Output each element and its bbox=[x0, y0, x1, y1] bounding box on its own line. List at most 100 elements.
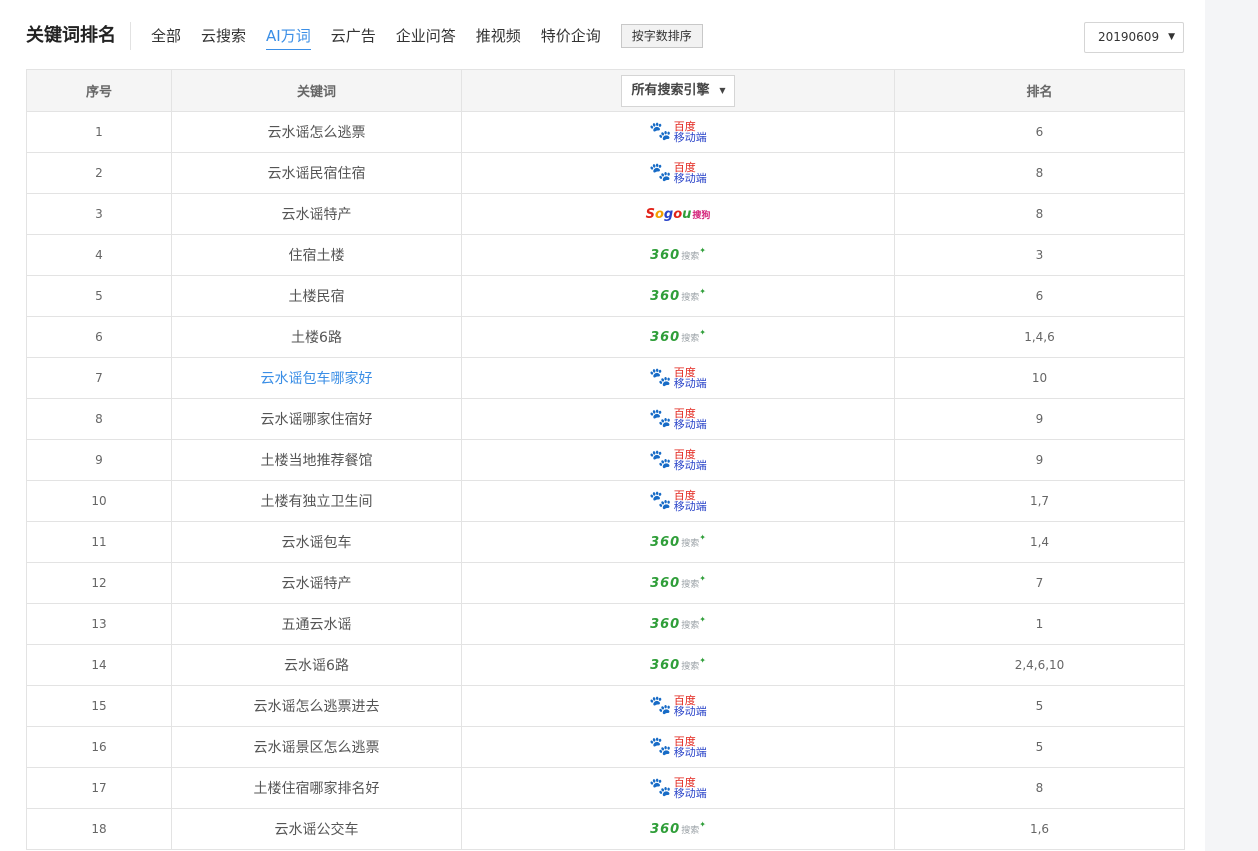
engine-cell: 🐾 百度 移动端 bbox=[461, 767, 895, 809]
tab-cloud-ads[interactable]: 云广告 bbox=[331, 22, 376, 50]
engine-cell: 🐾 百度 移动端 bbox=[461, 685, 895, 727]
baidu-mobile-logo: 🐾 百度 移动端 bbox=[649, 408, 706, 430]
keyword-cell[interactable]: 云水谣包车哪家好 bbox=[171, 357, 462, 399]
rank-cell: 8 bbox=[894, 152, 1185, 194]
so360-logo: 360 搜索 ✦ bbox=[650, 656, 706, 673]
rank-cell: 8 bbox=[894, 193, 1185, 235]
engine-cell: 🐾 百度 移动端 bbox=[461, 398, 895, 440]
row-number: 18 bbox=[26, 808, 172, 850]
date-select-value: 20190609 bbox=[1098, 30, 1160, 44]
tab-cloud-search[interactable]: 云搜索 bbox=[201, 22, 246, 50]
baidu-mobile-label: 移动端 bbox=[673, 172, 707, 185]
baidu-mobile-logo: 🐾 百度 移动端 bbox=[649, 777, 706, 799]
engine-cell: 🐾 百度 移动端 bbox=[461, 152, 895, 194]
baidu-mobile-logo: 🐾 百度 移动端 bbox=[649, 736, 706, 758]
rank-cell: 7 bbox=[894, 562, 1185, 604]
row-number: 15 bbox=[26, 685, 172, 727]
baidu-mobile-label: 移动端 bbox=[673, 131, 707, 144]
row-number: 12 bbox=[26, 562, 172, 604]
baidu-paw-icon: 🐾 bbox=[649, 367, 672, 388]
star-icon: ✦ bbox=[699, 819, 706, 829]
sort-by-length-button[interactable]: 按字数排序 bbox=[620, 24, 703, 48]
table-row: 14 云水谣6路 360 搜索 ✦ 2,4,6,10 bbox=[26, 644, 1185, 686]
table-row: 8 云水谣哪家住宿好 🐾 百度 移动端 9 bbox=[26, 398, 1185, 440]
column-header-engine: 所有搜索引擎 ▼ bbox=[461, 69, 895, 112]
row-number: 11 bbox=[26, 521, 172, 563]
so360-search-label: 搜索 bbox=[681, 538, 700, 549]
column-header-rank: 排名 bbox=[894, 69, 1185, 112]
main-panel: 关键词 排名 全部 云搜索 AI万词 云广告 企业问答 推视频 特价企询 按字数排… bbox=[0, 0, 1205, 851]
chevron-down-icon: ▼ bbox=[1168, 32, 1175, 42]
keyword-cell: 云水谣公交车 bbox=[171, 808, 462, 850]
keyword-cell: 住宿土楼 bbox=[171, 234, 462, 276]
so360-logo: 360 搜索 ✦ bbox=[650, 327, 706, 345]
so360-search-label: 搜索 bbox=[681, 579, 700, 590]
so360-search-label: 搜索 bbox=[681, 661, 700, 672]
keyword-cell: 云水谣景区怎么逃票 bbox=[171, 726, 462, 768]
column-header-keyword: 关键词 bbox=[171, 69, 462, 112]
baidu-paw-icon: 🐾 bbox=[649, 121, 672, 142]
baidu-mobile-label: 移动端 bbox=[673, 500, 707, 513]
tab-special-inquiry[interactable]: 特价企询 bbox=[541, 22, 601, 50]
so360-logo: 360 搜索 ✦ bbox=[650, 573, 706, 591]
sogou-brand: Sogou bbox=[645, 206, 692, 222]
so360-search-label: 搜索 bbox=[681, 292, 700, 303]
engine-cell: 360 搜索 ✦ bbox=[461, 562, 895, 604]
so360-brand: 360 bbox=[650, 657, 681, 673]
tab-bar: 全部 云搜索 AI万词 云广告 企业问答 推视频 特价企询 bbox=[141, 22, 611, 50]
rank-cell: 9 bbox=[894, 398, 1185, 440]
star-icon: ✦ bbox=[699, 614, 706, 624]
table-row: 18 云水谣公交车 360 搜索 ✦ 1,6 bbox=[26, 808, 1185, 850]
rank-cell: 2,4,6,10 bbox=[894, 644, 1185, 686]
baidu-mobile-logo: 🐾 百度 移动端 bbox=[649, 449, 706, 471]
engine-filter-dropdown[interactable]: 所有搜索引擎 ▼ bbox=[621, 74, 735, 107]
table-row: 7 云水谣包车哪家好 🐾 百度 移动端 10 bbox=[26, 357, 1185, 399]
row-number: 9 bbox=[26, 439, 172, 481]
date-select[interactable]: 20190609 ▼ bbox=[1084, 22, 1184, 53]
engine-cell: Sogou 搜狗 bbox=[461, 193, 895, 235]
baidu-paw-icon: 🐾 bbox=[649, 449, 672, 470]
engine-cell: 🐾 百度 移动端 bbox=[461, 111, 895, 153]
row-number: 13 bbox=[26, 603, 172, 645]
table-row: 9 土楼当地推荐餐馆 🐾 百度 移动端 9 bbox=[26, 439, 1185, 481]
rank-cell: 5 bbox=[894, 726, 1185, 768]
rank-cell: 6 bbox=[894, 111, 1185, 153]
keyword-cell: 云水谣哪家住宿好 bbox=[171, 398, 462, 440]
engine-cell: 🐾 百度 移动端 bbox=[461, 480, 895, 522]
row-number: 7 bbox=[26, 357, 172, 399]
so360-brand: 360 bbox=[650, 616, 681, 632]
baidu-paw-icon: 🐾 bbox=[649, 695, 672, 716]
keyword-cell: 土楼当地推荐餐馆 bbox=[171, 439, 462, 481]
baidu-mobile-label: 移动端 bbox=[673, 787, 707, 800]
baidu-mobile-logo: 🐾 百度 移动端 bbox=[649, 695, 706, 717]
keyword-cell: 土楼民宿 bbox=[171, 275, 462, 317]
tab-ai-words[interactable]: AI万词 bbox=[266, 22, 311, 50]
row-number: 8 bbox=[26, 398, 172, 440]
so360-search-label: 搜索 bbox=[681, 333, 700, 344]
rank-cell: 8 bbox=[894, 767, 1185, 809]
baidu-paw-icon: 🐾 bbox=[649, 162, 672, 183]
tab-enterprise-qa[interactable]: 企业问答 bbox=[396, 22, 456, 50]
row-number: 1 bbox=[26, 111, 172, 153]
rank-cell: 1 bbox=[894, 603, 1185, 645]
engine-cell: 🐾 百度 移动端 bbox=[461, 357, 895, 399]
row-number: 5 bbox=[26, 275, 172, 317]
baidu-mobile-logo: 🐾 百度 移动端 bbox=[649, 367, 706, 389]
so360-logo: 360 搜索 ✦ bbox=[650, 245, 706, 263]
tab-all[interactable]: 全部 bbox=[151, 22, 181, 50]
star-icon: ✦ bbox=[699, 327, 706, 337]
baidu-paw-icon: 🐾 bbox=[649, 736, 672, 757]
baidu-mobile-label: 移动端 bbox=[673, 705, 707, 718]
rank-cell: 6 bbox=[894, 275, 1185, 317]
star-icon: ✦ bbox=[699, 245, 706, 255]
engine-cell: 360 搜索 ✦ bbox=[461, 521, 895, 563]
keyword-cell: 云水谣6路 bbox=[171, 644, 462, 686]
keyword-cell: 云水谣怎么逃票 bbox=[171, 111, 462, 153]
table-row: 4 住宿土楼 360 搜索 ✦ 3 bbox=[26, 234, 1185, 276]
keyword-cell: 云水谣特产 bbox=[171, 193, 462, 235]
table-row: 11 云水谣包车 360 搜索 ✦ 1,4 bbox=[26, 521, 1185, 563]
table-row: 6 土楼6路 360 搜索 ✦ 1,4,6 bbox=[26, 316, 1185, 358]
star-icon: ✦ bbox=[699, 573, 706, 583]
tab-push-video[interactable]: 推视频 bbox=[476, 22, 521, 50]
table-row: 1 云水谣怎么逃票 🐾 百度 移动端 6 bbox=[26, 111, 1185, 153]
